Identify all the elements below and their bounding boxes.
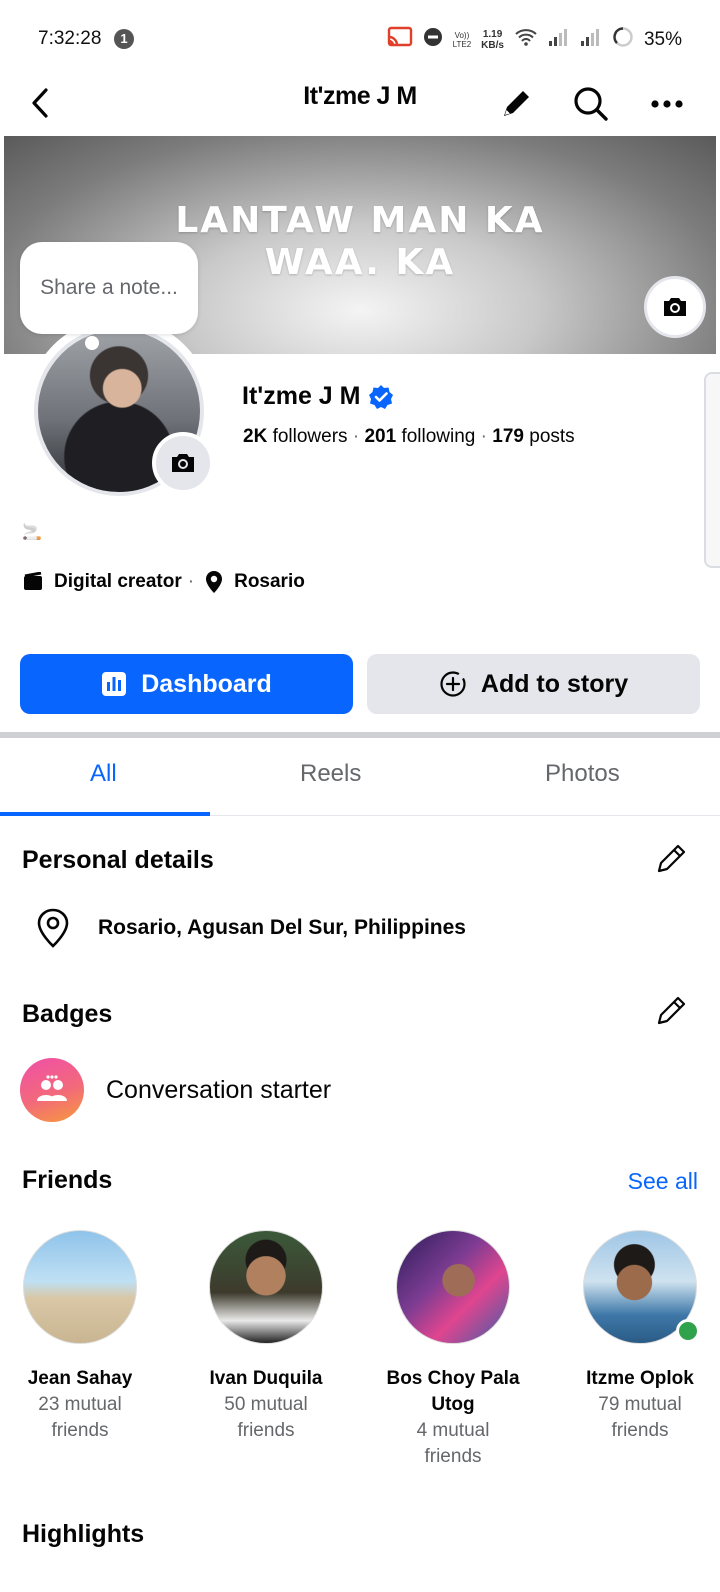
location-detail-text: Rosario, Agusan Del Sur, Philippines [98,916,466,939]
scrollbar[interactable] [704,372,720,568]
tab-reels[interactable]: Reels [300,760,361,788]
friend-card[interactable]: Itzme Oplok 79 mutual friends [556,1230,720,1444]
edit-profile-picture-button[interactable] [152,432,214,494]
badge-label: Conversation starter [106,1075,332,1104]
dashboard-icon [102,672,127,696]
active-tab-indicator [0,812,210,816]
friend-avatar [583,1230,700,1344]
tab-all[interactable]: All [90,760,117,788]
friends-title: Friends [22,1166,113,1194]
camera-icon [664,298,686,316]
pencil-outline-icon [657,844,686,873]
friend-mutual: 79 mutual friends [598,1394,682,1441]
search-icon [574,87,608,121]
profile-tabs: All Reels Photos [0,738,720,816]
friend-mutual: 4 mutual friends [416,1420,490,1467]
battery-icon [612,26,634,53]
badges-title: Badges [22,1000,113,1028]
friend-card[interactable]: Bos Choy Pala Utog 4 mutual friends [369,1230,537,1470]
highlights-title: Highlights [22,1520,145,1548]
signal-icon-sim2 [580,27,602,52]
dashboard-label: Dashboard [141,669,272,698]
edit-personal-details-button[interactable] [654,842,690,878]
personal-details-title: Personal details [22,846,214,874]
edit-badges-button[interactable] [654,994,690,1030]
do-not-disturb-icon [423,27,443,52]
friend-avatar [23,1230,137,1344]
clapperboard-icon [24,572,42,590]
add-circle-icon [440,671,466,697]
network-speed: 1.19 KB/s [481,28,504,51]
note-placeholder: Share a note... [40,276,178,299]
location-label: Rosario [234,571,305,592]
friend-avatar [209,1230,323,1344]
location-detail-row: Rosario, Agusan Del Sur, Philippines [36,908,466,948]
friend-card[interactable]: Ivan Duquila 50 mutual friends [182,1230,350,1444]
status-bar: 7:32:28 1 Vo)) LTE2 1.19 KB/s 35% [0,0,720,80]
friend-name: Bos Choy Pala Utog [386,1368,520,1415]
wifi-icon [514,27,538,52]
profile-name: It'zme J M [242,382,394,411]
notification-count-badge: 1 [114,29,134,49]
online-status-dot [676,1319,700,1343]
location-pin-icon [206,571,223,593]
edit-profile-button[interactable] [492,80,540,128]
status-icons: Vo)) LTE2 1.19 KB/s 35% [387,26,682,53]
more-options-button[interactable] [643,80,691,128]
see-all-friends-link[interactable]: See all [628,1168,698,1195]
signal-icon-sim1 [548,27,570,52]
battery-percent: 35% [643,28,682,50]
following-stat[interactable]: 201 following [364,426,475,447]
cast-icon [387,26,413,53]
tab-photos[interactable]: Photos [545,760,620,788]
friend-mutual: 23 mutual friends [38,1394,122,1441]
conversation-starter-icon [20,1058,84,1122]
add-to-story-label: Add to story [480,669,629,698]
profile-meta: Digital creator · Rosario [22,570,305,594]
profile-name-text: It'zme J M [242,382,361,410]
friend-name: Itzme Oplok [586,1368,694,1389]
share-note-bubble[interactable]: Share a note... [20,242,198,334]
location-pin-outline-icon [37,908,69,948]
followers-stat[interactable]: 2K followers [243,426,348,447]
edit-cover-button[interactable] [644,276,706,338]
friend-name: Ivan Duquila [209,1368,323,1389]
friend-card[interactable]: Jean Sahay 23 mutual friends [0,1230,164,1444]
posts-stat: 179 posts [492,426,575,447]
camera-icon [172,454,194,472]
status-time: 7:32:28 [38,28,102,49]
pencil-outline-icon [657,996,686,1025]
verified-badge-icon [369,384,394,409]
profile-stats: 2K followers · 201 following · 179 posts [243,426,575,447]
category-label: Digital creator [54,571,182,592]
more-icon [651,100,683,108]
friend-name: Jean Sahay [27,1368,133,1389]
pencil-icon [504,91,529,116]
badge-item[interactable]: Conversation starter [20,1058,331,1122]
friend-avatar [396,1230,510,1344]
profile-header: It'zme J M [0,80,720,136]
add-to-story-button[interactable]: Add to story [367,654,700,714]
search-button[interactable] [567,80,615,128]
friend-mutual: 50 mutual friends [224,1394,308,1441]
note-bubble-tail [85,336,99,350]
dashboard-button[interactable]: Dashboard [20,654,353,714]
bio-text: 🚬 [22,524,42,541]
volte-indicator: Vo)) LTE2 [452,30,472,49]
